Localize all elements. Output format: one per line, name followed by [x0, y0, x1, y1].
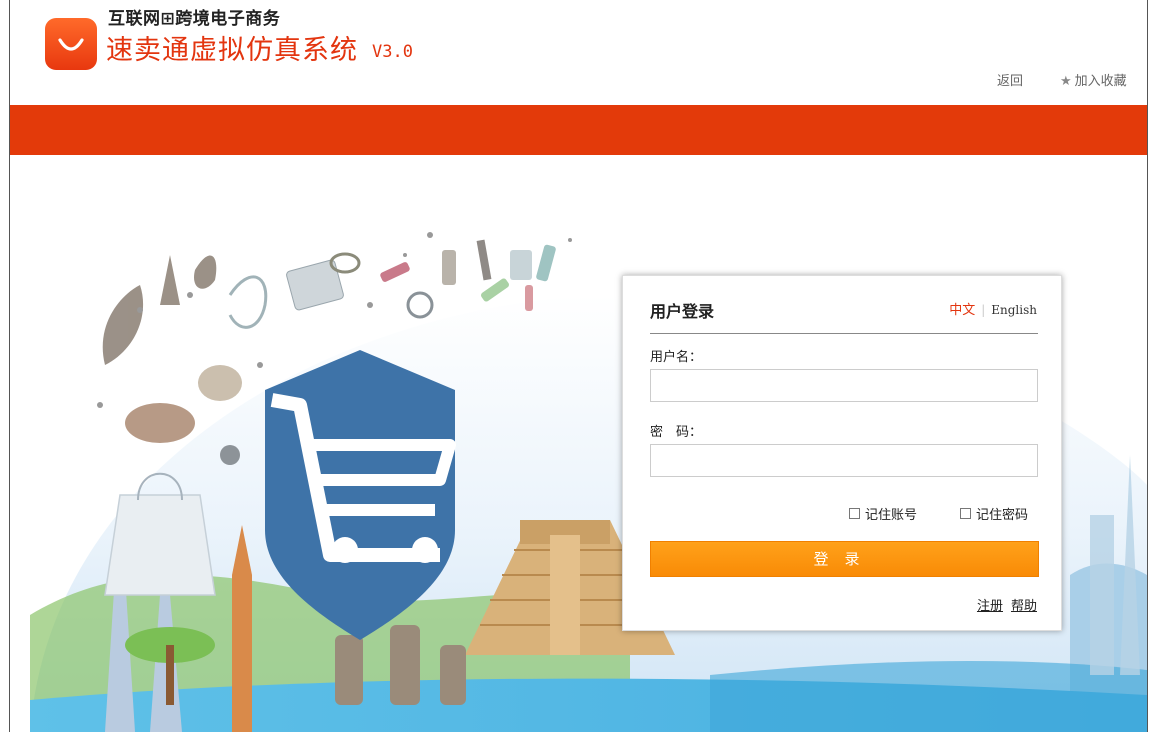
- star-icon: ★: [1060, 74, 1072, 89]
- checkbox-box: [960, 508, 971, 519]
- help-link[interactable]: 帮助: [1011, 599, 1037, 614]
- brand-title: 速卖通虚拟仿真系统: [106, 35, 358, 66]
- add-favorite-label: 加入收藏: [1074, 74, 1127, 89]
- page-border-right: [1147, 0, 1148, 732]
- add-favorite-link[interactable]: ★ 加入收藏: [1060, 70, 1127, 89]
- bottom-links: 注册 帮助: [969, 595, 1037, 614]
- lang-chinese-link[interactable]: 中文: [949, 303, 975, 318]
- password-input[interactable]: [650, 444, 1038, 477]
- language-switcher: 中文 | English: [949, 299, 1037, 318]
- remember-password-checkbox[interactable]: 记住密码: [960, 504, 1028, 523]
- brand-subtitle: 互联网⊞跨境电子商务: [108, 9, 281, 29]
- version-label: V3.0: [372, 42, 413, 62]
- username-input[interactable]: [650, 369, 1038, 402]
- shopping-bag-logo-icon: [45, 18, 97, 70]
- checkbox-box: [849, 508, 860, 519]
- password-label: 密 码：: [650, 425, 703, 440]
- back-link[interactable]: 返回: [997, 70, 1023, 89]
- register-link[interactable]: 注册: [977, 599, 1003, 614]
- login-button[interactable]: 登录: [650, 541, 1039, 577]
- remember-password-label: 记住密码: [976, 508, 1029, 523]
- lang-separator: |: [981, 303, 986, 317]
- remember-account-label: 记住账号: [865, 508, 918, 523]
- header-red-band: [10, 105, 1147, 155]
- site-header: 互联网⊞跨境电子商务 速卖通虚拟仿真系统 V3.0 返回 ★ 加入收藏: [10, 0, 1147, 105]
- remember-account-checkbox[interactable]: 记住账号: [849, 504, 917, 523]
- login-title: 用户登录: [650, 302, 715, 321]
- login-panel: 用户登录 中文 | English 用户名： 密 码： 记住账号 记住密码 登录 注…: [622, 275, 1062, 631]
- username-label: 用户名：: [650, 350, 703, 365]
- lang-english-link[interactable]: English: [991, 303, 1037, 317]
- title-divider: [650, 333, 1038, 334]
